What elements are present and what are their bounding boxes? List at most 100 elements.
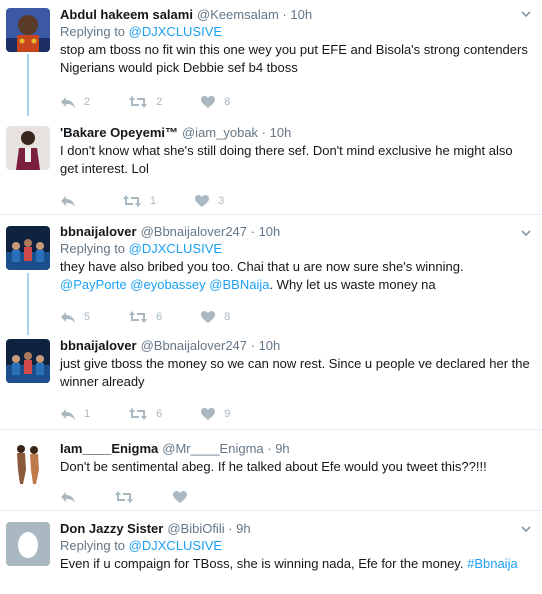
avatar[interactable] <box>6 440 50 484</box>
author-name[interactable]: Abdul hakeem salami <box>60 6 193 23</box>
like-count: 9 <box>224 408 231 420</box>
replying-label: Replying to <box>60 538 126 553</box>
tweet-header: Don Jazzy Sister @BibiOfili · 9h <box>60 520 530 537</box>
reply-button[interactable] <box>60 490 76 504</box>
author-handle[interactable]: @BibiOfili <box>167 520 224 537</box>
tweet-text: I don't know what she's still doing ther… <box>60 143 513 176</box>
avatar[interactable] <box>6 339 50 383</box>
tweet-text: they have also bribed you too. Chai that… <box>60 258 530 294</box>
author-handle[interactable]: @Mr____Enigma <box>162 440 263 457</box>
tweet[interactable]: Iam____Enigma @Mr____Enigma · 9h Don't b… <box>0 430 542 511</box>
tweet-text: stop am tboss no fit win this one wey yo… <box>60 42 528 75</box>
separator: · <box>263 441 276 456</box>
replying-label: Replying to <box>60 24 126 39</box>
tweet-actions: 1 6 9 <box>60 399 530 429</box>
like-button[interactable]: 9 <box>200 407 230 421</box>
tweet[interactable]: bbnaijalover @Bbnaijalover247 · 10h just… <box>0 333 542 430</box>
chevron-down-icon[interactable] <box>520 8 532 20</box>
separator: · <box>247 338 259 353</box>
like-button[interactable] <box>172 490 188 504</box>
like-button[interactable]: 8 <box>200 310 230 324</box>
retweet-icon <box>128 310 148 324</box>
replying-to-user[interactable]: @DJXCLUSIVE <box>129 538 222 553</box>
tweet[interactable]: Don Jazzy Sister @BibiOfili · 9h Replyin… <box>0 511 542 594</box>
mention-link[interactable]: @PayPorte <box>60 277 127 292</box>
retweet-icon <box>128 407 148 421</box>
like-button[interactable]: 8 <box>200 95 230 109</box>
timestamp[interactable]: 10h <box>270 124 292 141</box>
tweet-text-tail: . Why let us waste money na <box>269 277 436 292</box>
avatar[interactable] <box>6 8 50 52</box>
replying-to: Replying to @DJXCLUSIVE <box>60 240 530 257</box>
avatar[interactable] <box>6 126 50 170</box>
tweet-feed: Abdul hakeem salami @Keemsalam · 10h Rep… <box>0 0 542 594</box>
retweet-button[interactable] <box>114 490 134 504</box>
chevron-down-icon[interactable] <box>520 523 532 535</box>
retweet-button[interactable]: 1 <box>122 194 156 208</box>
replying-label: Replying to <box>60 241 126 256</box>
like-button[interactable]: 3 <box>194 194 224 208</box>
reply-icon <box>60 194 76 208</box>
mention-link[interactable]: @BBNaija <box>209 277 269 292</box>
timestamp[interactable]: 9h <box>236 520 250 537</box>
chevron-down-icon[interactable] <box>520 227 532 239</box>
reply-icon <box>60 490 76 504</box>
reply-icon <box>60 407 76 421</box>
retweet-button[interactable]: 2 <box>128 95 162 109</box>
tweet-actions <box>60 482 530 512</box>
avatar[interactable] <box>6 522 50 566</box>
tweet-header: Abdul hakeem salami @Keemsalam · 10h <box>60 6 530 23</box>
hashtag-link[interactable]: #Bbnaija <box>467 556 518 571</box>
tweet-text: just give tboss the money so we can now … <box>60 356 530 389</box>
tweet[interactable]: Abdul hakeem salami @Keemsalam · 10h Rep… <box>0 0 542 111</box>
tweet-header: Iam____Enigma @Mr____Enigma · 9h <box>60 440 530 457</box>
reply-count: 5 <box>84 311 91 323</box>
timestamp[interactable]: 9h <box>275 440 289 457</box>
author-name[interactable]: Don Jazzy Sister <box>60 520 163 537</box>
timestamp[interactable]: 10h <box>259 337 281 354</box>
author-handle[interactable]: @Bbnaijalover247 <box>141 337 247 354</box>
tweet-header: bbnaijalover @Bbnaijalover247 · 10h <box>60 223 530 240</box>
tweet-header: 'Bakare Opeyemi™ @iam_yobak · 10h <box>60 124 530 141</box>
retweet-button[interactable]: 6 <box>128 310 162 324</box>
reply-button[interactable]: 1 <box>60 407 90 421</box>
separator: · <box>278 7 291 22</box>
retweet-count: 2 <box>156 96 163 108</box>
retweet-icon <box>128 95 148 109</box>
author-handle[interactable]: @Keemsalam <box>197 6 279 23</box>
avatar[interactable] <box>6 226 50 270</box>
replying-to: Replying to @DJXCLUSIVE <box>60 537 530 554</box>
retweet-icon <box>114 490 134 504</box>
timestamp[interactable]: 10h <box>259 223 281 240</box>
author-name[interactable]: bbnaijalover <box>60 223 137 240</box>
retweet-icon <box>122 194 142 208</box>
author-handle[interactable]: @iam_yobak <box>182 124 258 141</box>
author-name[interactable]: Iam____Enigma <box>60 440 158 457</box>
retweet-count: 6 <box>156 408 163 420</box>
tweet[interactable]: 'Bakare Opeyemi™ @iam_yobak · 10h I don'… <box>0 111 542 215</box>
retweet-button[interactable]: 6 <box>128 407 162 421</box>
separator: · <box>258 125 270 140</box>
replying-to-user[interactable]: @DJXCLUSIVE <box>129 24 222 39</box>
timestamp[interactable]: 10h <box>290 6 312 23</box>
like-count: 3 <box>218 195 225 207</box>
author-name[interactable]: bbnaijalover <box>60 337 137 354</box>
heart-icon <box>172 490 188 504</box>
author-name[interactable]: 'Bakare Opeyemi™ <box>60 124 178 141</box>
tweet-text: Even if u compaign for TBoss, she is win… <box>60 555 530 573</box>
reply-button[interactable]: 2 <box>60 95 90 109</box>
mention-link[interactable]: @eyobassey <box>130 277 205 292</box>
heart-icon <box>200 310 216 324</box>
reply-icon <box>60 95 76 109</box>
tweet[interactable]: bbnaijalover @Bbnaijalover247 · 10h Repl… <box>0 215 542 333</box>
retweet-count: 1 <box>150 195 157 207</box>
heart-icon <box>194 194 210 208</box>
author-handle[interactable]: @Bbnaijalover247 <box>141 223 247 240</box>
reply-button[interactable] <box>60 194 84 208</box>
heart-icon <box>200 95 216 109</box>
heart-icon <box>200 407 216 421</box>
tweet-text-main: Even if u compaign for TBoss, she is win… <box>60 556 464 571</box>
tweet-text-main: they have also bribed you too. Chai that… <box>60 259 464 274</box>
reply-button[interactable]: 5 <box>60 310 90 324</box>
replying-to-user[interactable]: @DJXCLUSIVE <box>129 241 222 256</box>
